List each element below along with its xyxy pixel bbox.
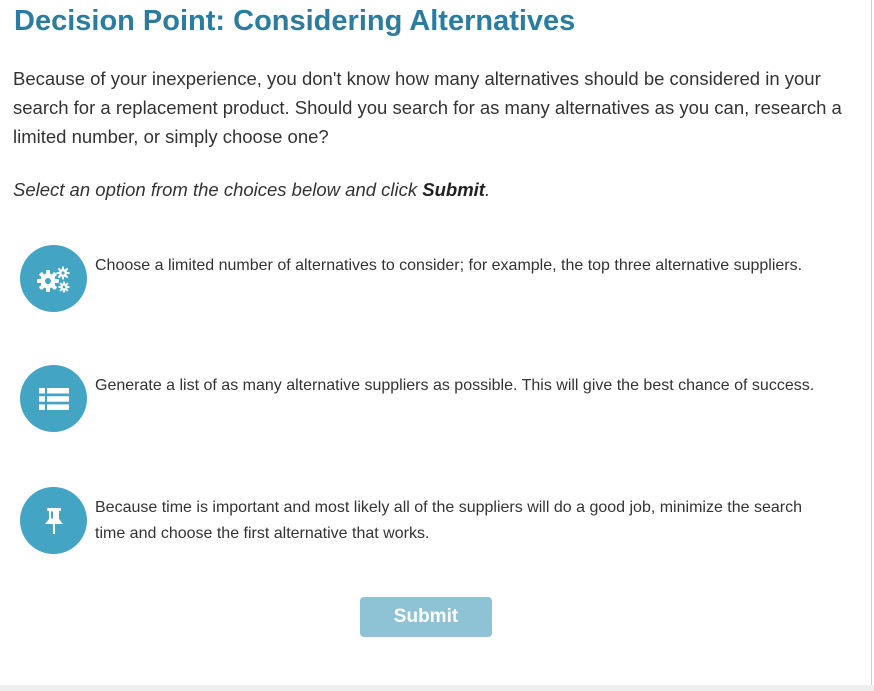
page-right-border <box>871 0 872 685</box>
instruction-suffix: . <box>484 179 491 200</box>
option-limited-number-text[interactable]: Choose a limited number of alternatives … <box>95 253 835 279</box>
list-icon[interactable] <box>20 365 87 432</box>
pushpin-icon[interactable] <box>20 487 87 554</box>
intro-paragraph: Because of your inexperience, you don't … <box>13 68 842 147</box>
instruction-prefix: Select an option from the choices below … <box>13 179 423 200</box>
option-many-alternatives-text[interactable]: Generate a list of as many alternative s… <box>95 373 835 399</box>
option-limited-number[interactable]: Choose a limited number of alternatives … <box>20 245 840 315</box>
option-first-alternative-text[interactable]: Because time is important and most likel… <box>95 495 835 547</box>
instruction-emphasis: Submit <box>422 179 485 200</box>
option-many-alternatives[interactable]: Generate a list of as many alternative s… <box>20 365 840 435</box>
page-bottom-bar <box>0 685 874 691</box>
gears-icon[interactable] <box>20 245 87 312</box>
instruction-text: Select an option from the choices below … <box>13 175 490 204</box>
submit-button[interactable]: Submit <box>360 597 492 637</box>
option-first-alternative[interactable]: Because time is important and most likel… <box>20 487 840 557</box>
page-title: Decision Point: Considering Alternatives <box>14 5 576 37</box>
